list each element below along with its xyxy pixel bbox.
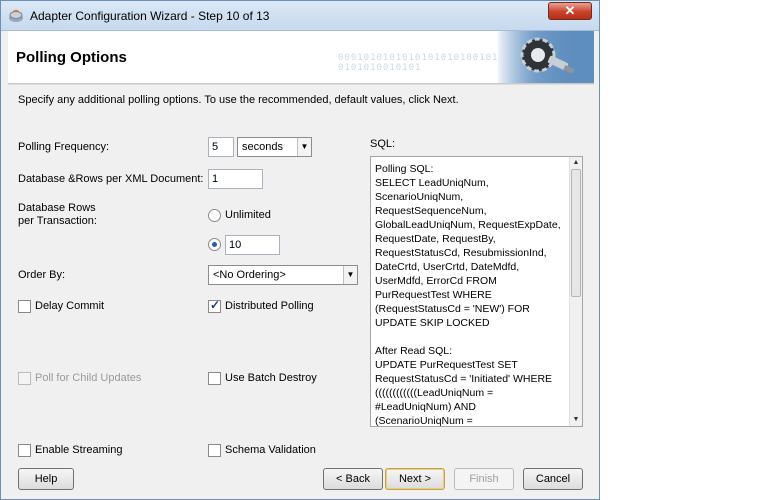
title-bar: Adapter Configuration Wizard - Step 10 o… xyxy=(1,1,599,31)
content-area: Specify any additional polling options. … xyxy=(8,84,594,494)
window-title: Adapter Configuration Wizard - Step 10 o… xyxy=(30,9,270,23)
db-rows-per-txn-label-2: per Transaction: xyxy=(18,215,97,227)
order-by-select[interactable]: <No Ordering> ▼ xyxy=(208,265,358,285)
close-icon: ✕ xyxy=(564,3,576,18)
db-rows-per-txn-label-1: Database Rows xyxy=(18,202,96,214)
unlimited-radio[interactable] xyxy=(208,209,221,222)
poll-child-updates-checkbox xyxy=(18,372,31,385)
db-rows-per-xml-label: Database &Rows per XML Document: xyxy=(18,173,204,185)
order-by-value: <No Ordering> xyxy=(213,269,286,281)
polling-frequency-unit-select[interactable]: seconds ▼ xyxy=(237,137,312,157)
distributed-polling-label: Distributed Polling xyxy=(225,300,314,312)
schema-validation-checkbox[interactable] xyxy=(208,444,221,457)
sql-label: SQL: xyxy=(370,138,396,150)
finish-button: Finish xyxy=(454,468,514,490)
close-button[interactable]: ✕ xyxy=(548,2,592,20)
gear-plug-icon xyxy=(498,31,594,83)
sql-text: Polling SQL: SELECT LeadUniqNum, Scenari… xyxy=(375,163,561,427)
back-button[interactable]: < Back xyxy=(323,468,383,490)
next-button[interactable]: Next > xyxy=(385,468,445,490)
help-button[interactable]: Help xyxy=(18,468,74,490)
scroll-down-icon[interactable]: ▼ xyxy=(570,414,582,426)
scroll-thumb[interactable] xyxy=(571,169,581,297)
use-batch-destroy-checkbox[interactable] xyxy=(208,372,221,385)
unlimited-label: Unlimited xyxy=(225,209,271,221)
delay-commit-checkbox[interactable] xyxy=(18,300,31,313)
cancel-button[interactable]: Cancel xyxy=(523,468,583,490)
schema-validation-label: Schema Validation xyxy=(225,444,316,456)
chevron-down-icon: ▼ xyxy=(297,138,311,156)
binary-watermark: 0001010101010101010100101010 01010100101… xyxy=(338,53,518,73)
rows-count-radio[interactable] xyxy=(208,238,221,251)
distributed-polling-checkbox[interactable] xyxy=(208,298,221,313)
app-icon xyxy=(8,9,24,23)
sql-preview[interactable]: Polling SQL: SELECT LeadUniqNum, Scenari… xyxy=(370,156,583,427)
poll-child-updates-label: Poll for Child Updates xyxy=(35,372,142,384)
use-batch-destroy-label: Use Batch Destroy xyxy=(225,372,317,384)
page-title: Polling Options xyxy=(16,49,127,66)
delay-commit-label: Delay Commit xyxy=(35,300,105,312)
wizard-window: Adapter Configuration Wizard - Step 10 o… xyxy=(0,0,600,500)
step-header: Polling Options 000101010101010101010010… xyxy=(8,31,594,84)
sql-scrollbar[interactable]: ▲ ▼ xyxy=(569,157,582,426)
chevron-down-icon: ▼ xyxy=(343,266,357,284)
db-rows-per-xml-input[interactable]: 1 xyxy=(208,169,263,189)
instructions-text: Specify any additional polling options. … xyxy=(18,94,459,106)
rows-per-transaction-input[interactable]: 10 xyxy=(225,235,280,255)
polling-frequency-label: Polling Frequency: xyxy=(18,141,110,153)
polling-frequency-input[interactable]: 5 xyxy=(208,137,234,157)
enable-streaming-checkbox[interactable] xyxy=(18,444,31,457)
scroll-up-icon[interactable]: ▲ xyxy=(570,157,582,169)
order-by-label: Order By: xyxy=(18,269,66,281)
polling-unit-value: seconds xyxy=(242,141,283,153)
enable-streaming-label: Enable Streaming xyxy=(35,444,123,456)
